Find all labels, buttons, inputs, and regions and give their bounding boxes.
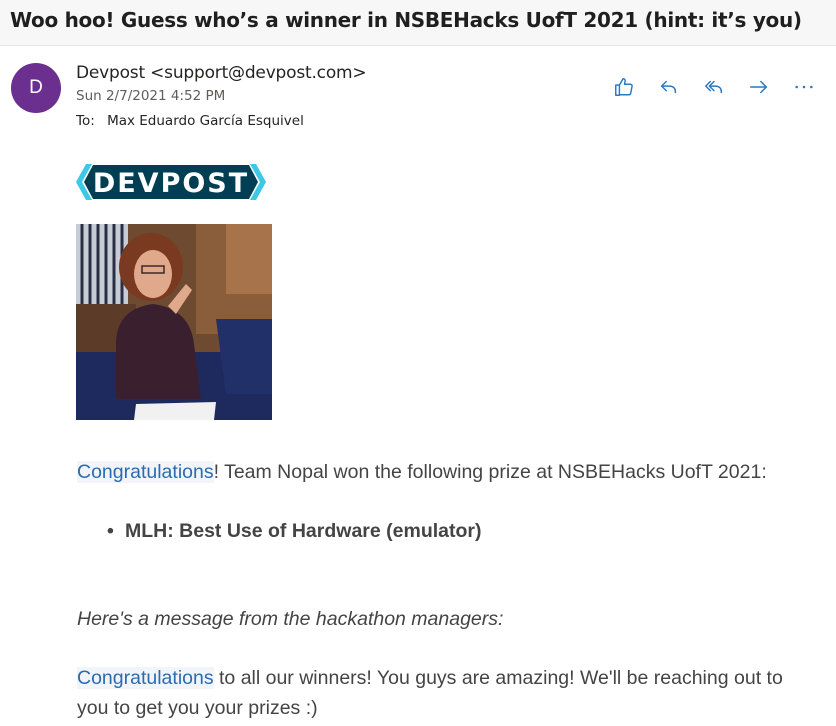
email-datetime: Sun 2/7/2021 4:52 PM	[76, 88, 226, 104]
logo-text: DEVPOST	[93, 168, 249, 199]
email-subject: Woo hoo! Guess who’s a winner in NSBEHac…	[10, 8, 802, 32]
manager-message-line-2: you to get you your prizes :)	[77, 697, 318, 719]
manager-intro: Here's a message from the hackathon mana…	[77, 608, 504, 630]
forward-button[interactable]	[736, 72, 781, 102]
manager-message-line-1: Congratulations to all our winners! You …	[77, 667, 783, 690]
prize-intro-text: ! Team Nopal won the following prize at …	[213, 461, 767, 483]
message-actions	[601, 72, 826, 102]
sender-avatar[interactable]: D	[11, 63, 61, 113]
more-icon	[794, 85, 813, 89]
like-button[interactable]	[601, 72, 646, 102]
to-label: To:	[76, 113, 95, 129]
winner-gif-image	[76, 224, 272, 420]
prize-intro: Congratulations! Team Nopal won the foll…	[77, 461, 767, 484]
prize-name: MLH: Best Use of Hardware (emulator)	[125, 520, 482, 542]
forward-icon	[749, 80, 767, 94]
reply-icon	[660, 80, 676, 94]
like-icon	[614, 78, 633, 96]
reply-all-icon	[704, 80, 722, 94]
recipient-row: To: Max Eduardo García Esquivel	[76, 113, 304, 129]
more-button[interactable]	[781, 72, 826, 102]
bullet: •	[107, 520, 114, 542]
prize-list: • MLH: Best Use of Hardware (emulator)	[107, 520, 481, 543]
congratulations-link-1[interactable]: Congratulations	[77, 461, 214, 483]
congratulations-link-2[interactable]: Congratulations	[77, 667, 214, 689]
manager-message-text: to all our winners! You guys are amazing…	[213, 667, 783, 689]
subject-bar: Woo hoo! Guess who’s a winner in NSBEHac…	[0, 0, 836, 46]
list-item: • MLH: Best Use of Hardware (emulator)	[107, 520, 481, 543]
devpost-logo[interactable]: DEVPOST	[76, 164, 266, 200]
sender-name[interactable]: Devpost <support@devpost.com>	[76, 63, 367, 83]
reply-button[interactable]	[646, 72, 691, 102]
reply-all-button[interactable]	[691, 72, 736, 102]
recipient-name[interactable]: Max Eduardo García Esquivel	[107, 113, 304, 129]
